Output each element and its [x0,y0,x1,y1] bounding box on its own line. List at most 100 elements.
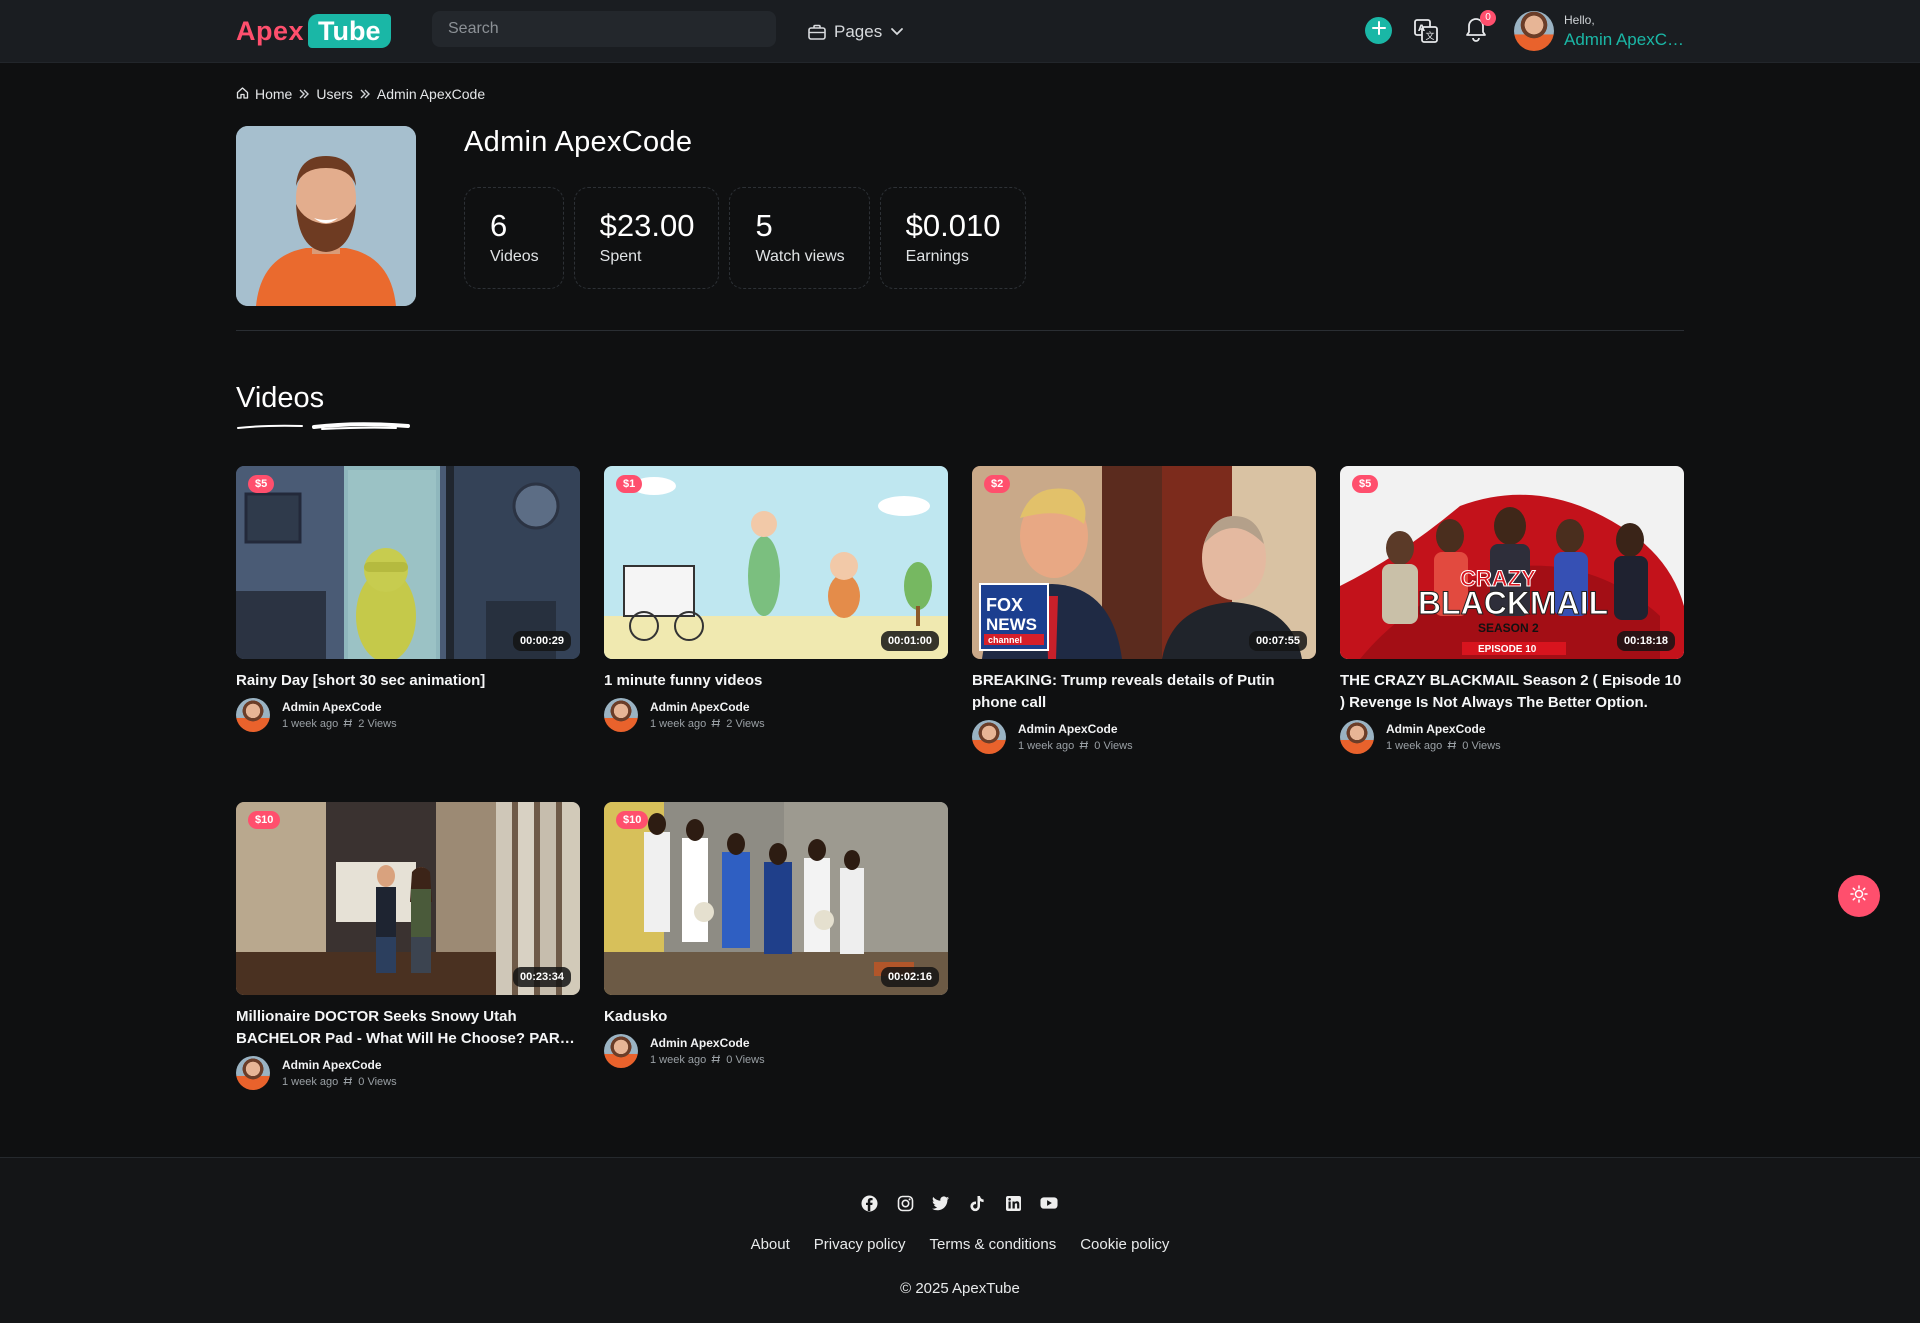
video-title[interactable]: THE CRAZY BLACKMAIL Season 2 ( Episode 1… [1340,670,1684,714]
theme-toggle-button[interactable] [1838,875,1880,917]
hashtag-icon [1079,740,1089,753]
tiktok-icon[interactable] [968,1194,986,1212]
video-card[interactable]: CRAZY BLACKMAIL SEASON 2 EPISODE 10 $5 0… [1340,466,1684,754]
breadcrumb-users[interactable]: Users [316,86,353,102]
upload-age: 1 week ago [650,1054,707,1066]
add-video-button[interactable] [1365,17,1392,44]
view-count: 2 Views [358,718,397,730]
youtube-icon[interactable] [1040,1194,1058,1212]
instagram-icon[interactable] [896,1194,914,1212]
hashtag-icon [711,1054,721,1067]
duration-badge: 00:18:18 [1616,631,1675,651]
price-badge: $5 [248,475,275,493]
chevron-double-right-icon [298,88,310,100]
user-name-menu[interactable]: Admin ApexCode [1564,30,1684,50]
upload-age: 1 week ago [1018,740,1075,752]
video-stats: 1 week ago 0 Views [1386,740,1501,753]
view-count: 0 Views [726,1054,765,1066]
author-name[interactable]: Admin ApexCode [282,700,397,714]
facebook-icon[interactable] [860,1194,878,1212]
video-thumbnail[interactable]: $1 00:01:00 [604,466,948,659]
video-stats: 1 week ago 0 Views [282,1076,397,1089]
social-links [860,1194,1058,1212]
twitter-icon[interactable] [932,1194,950,1212]
upload-age: 1 week ago [282,1076,339,1088]
upload-age: 1 week ago [282,718,339,730]
video-card[interactable]: $10 00:02:16 Kadusko Admin ApexCode 1 we… [604,802,948,1068]
author-name[interactable]: Admin ApexCode [282,1058,397,1072]
stat-videos: 6 Videos [464,187,564,289]
briefcase-icon [808,24,826,40]
price-badge: $10 [248,811,281,829]
breadcrumb-home[interactable]: Home [255,86,292,102]
video-title[interactable]: Kadusko [604,1006,948,1028]
blackmail-title-line4: EPISODE 10 [1478,644,1537,655]
view-count: 0 Views [1094,740,1133,752]
author-avatar[interactable] [236,698,270,732]
pages-dropdown[interactable]: Pages [808,19,904,45]
svg-text:文: 文 [1426,30,1435,42]
duration-badge: 00:01:00 [880,631,939,651]
video-card[interactable]: $1 00:01:00 1 minute funny videos Admin … [604,466,948,732]
author-name[interactable]: Admin ApexCode [1018,722,1133,736]
video-title[interactable]: BREAKING: Trump reveals details of Putin… [972,670,1316,714]
author-name[interactable]: Admin ApexCode [1386,722,1501,736]
author-avatar[interactable] [604,1034,638,1068]
video-thumbnail[interactable]: $10 00:02:16 [604,802,948,995]
user-avatar[interactable] [1514,11,1554,51]
upload-age: 1 week ago [1386,740,1443,752]
footer-link-terms[interactable]: Terms & conditions [929,1236,1056,1253]
linkedin-icon[interactable] [1004,1194,1022,1212]
video-meta: Admin ApexCode 1 week ago 0 Views [604,1034,948,1068]
video-card[interactable]: FOX NEWS channel $2 00:07:55 BREAKING: T… [972,466,1316,754]
author-avatar[interactable] [1340,720,1374,754]
profile-stats: 6 Videos $23.00 Spent 5 Watch views $0.0… [464,187,1026,289]
hashtag-icon [343,718,353,731]
plus-icon [1371,21,1386,40]
video-card[interactable]: $5 00:00:29 Rainy Day [short 30 sec anim… [236,466,580,732]
sun-icon [1850,884,1868,908]
video-thumbnail[interactable]: CRAZY BLACKMAIL SEASON 2 EPISODE 10 $5 0… [1340,466,1684,659]
view-count: 0 Views [358,1076,397,1088]
footer-link-cookie[interactable]: Cookie policy [1080,1236,1169,1253]
video-meta: Admin ApexCode 1 week ago 0 Views [972,720,1316,754]
hashtag-icon [711,718,721,731]
author-name[interactable]: Admin ApexCode [650,700,765,714]
translate-button[interactable]: A文 [1412,17,1440,45]
chevron-down-icon [890,27,904,37]
video-card[interactable]: $10 00:23:34 Millionaire DOCTOR Seeks Sn… [236,802,580,1090]
footer-link-privacy[interactable]: Privacy policy [814,1236,906,1253]
logo-tube-text: Tube [308,14,391,48]
video-stats: 1 week ago 0 Views [650,1054,765,1067]
author-avatar[interactable] [972,720,1006,754]
video-meta: Admin ApexCode 1 week ago 0 Views [1340,720,1684,754]
video-stats: 1 week ago 2 Views [650,718,765,731]
video-title[interactable]: Rainy Day [short 30 sec animation] [236,670,580,692]
video-title[interactable]: 1 minute funny videos [604,670,948,692]
author-avatar[interactable] [604,698,638,732]
site-logo[interactable]: Apex Tube [236,13,391,49]
footer-links: About Privacy policy Terms & conditions … [0,1236,1920,1253]
search-input[interactable] [432,11,776,47]
svg-text:A: A [1418,24,1425,34]
video-stats: 1 week ago 2 Views [282,718,397,731]
author-avatar[interactable] [236,1056,270,1090]
price-badge: $5 [1352,475,1379,493]
stat-value: $23.00 [599,208,695,243]
view-count: 2 Views [726,718,765,730]
author-name[interactable]: Admin ApexCode [650,1036,765,1050]
blackmail-title-line2: BLACKMAIL [1418,585,1608,621]
stat-label: Earnings [905,248,969,265]
video-thumbnail[interactable]: $5 00:00:29 [236,466,580,659]
video-title[interactable]: Millionaire DOCTOR Seeks Snowy Utah BACH… [236,1006,580,1050]
fox-news-logo-line2: NEWS [986,615,1037,634]
video-thumbnail[interactable]: FOX NEWS channel $2 00:07:55 [972,466,1316,659]
translate-icon: A文 [1412,19,1440,49]
stat-label: Videos [490,248,539,265]
stat-watch-views: 5 Watch views [729,187,870,289]
view-count: 0 Views [1462,740,1501,752]
video-thumbnail[interactable]: $10 00:23:34 [236,802,580,995]
video-stats: 1 week ago 0 Views [1018,740,1133,753]
profile-photo [236,126,416,306]
footer-link-about[interactable]: About [751,1236,790,1253]
